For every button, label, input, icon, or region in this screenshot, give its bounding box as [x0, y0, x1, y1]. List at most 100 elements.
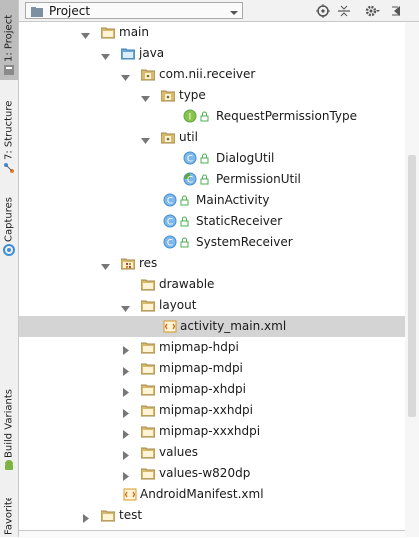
tab-structure[interactable]: 7: Structure — [0, 100, 18, 178]
project-icon — [3, 64, 15, 76]
scrollbar-thumb[interactable] — [408, 155, 416, 417]
tree-item-interface-requestpermissiontype[interactable]: I RequestPermissionType — [19, 106, 405, 127]
chevron-down-icon[interactable] — [101, 260, 110, 270]
hide-icon[interactable] — [390, 3, 406, 19]
project-view-selector[interactable]: Project — [25, 2, 243, 19]
folder-icon — [140, 299, 156, 312]
chevron-right-icon[interactable] — [121, 386, 130, 397]
tab-captures-label: Captures — [3, 197, 15, 242]
class-icon: C — [183, 151, 197, 165]
tree-item-label: AndroidManifest.xml — [140, 487, 264, 501]
tool-window-strip: 1: Project 7: Structure Captures Build V… — [0, 0, 19, 537]
tree-item-class-permissionutil[interactable]: C PermissionUtil — [19, 169, 405, 190]
tree-item-mipmap-xxxhdpi[interactable]: mipmap-xxxhdpi — [19, 421, 405, 442]
tree-item-mipmap-hdpi[interactable]: mipmap-hdpi — [19, 337, 405, 358]
chevron-down-icon[interactable] — [81, 29, 90, 39]
tree-item-label: res — [139, 256, 158, 270]
tree-item-package-com-nii-receiver[interactable]: com.nii.receiver — [19, 64, 405, 85]
tree-item-package-type[interactable]: type — [19, 85, 405, 106]
tree-item-label: values — [159, 445, 199, 459]
chevron-right-icon[interactable] — [121, 428, 130, 439]
android-icon — [3, 460, 15, 472]
tree-item-activity-main-xml[interactable]: activity_main.xml — [19, 316, 405, 337]
tree-item-class-systemreceiver[interactable]: C SystemReceiver — [19, 232, 405, 253]
chevron-down-icon[interactable] — [121, 71, 130, 81]
chevron-right-icon[interactable] — [121, 365, 130, 376]
tree-item-label: java — [139, 46, 165, 60]
resource-folder-icon — [120, 257, 136, 270]
lock-icon — [179, 216, 190, 227]
chevron-right-icon[interactable] — [121, 407, 130, 418]
tree-item-drawable[interactable]: drawable — [19, 274, 405, 295]
chevron-down-icon[interactable] — [141, 92, 150, 102]
collapse-icon[interactable] — [336, 3, 352, 19]
folder-icon — [100, 26, 116, 39]
source-folder-icon — [120, 47, 136, 60]
svg-text:I: I — [189, 113, 192, 123]
tree-item-mipmap-mdpi[interactable]: mipmap-mdpi — [19, 358, 405, 379]
tree-item-mipmap-xxhdpi[interactable]: mipmap-xxhdpi — [19, 400, 405, 421]
tree-item-label: values-w820dp — [159, 466, 251, 480]
tab-project[interactable]: 1: Project — [0, 0, 18, 80]
captures-icon — [3, 244, 15, 256]
vertical-scrollbar[interactable] — [405, 22, 419, 537]
folder-icon — [140, 425, 156, 438]
tree-item-label: mipmap-xxxhdpi — [159, 424, 261, 438]
folder-icon — [140, 467, 156, 480]
tree-item-class-staticreceiver[interactable]: C StaticReceiver — [19, 211, 405, 232]
tab-favorites-label: Favorites — [3, 498, 15, 535]
folder-icon — [140, 383, 156, 396]
svg-text:C: C — [187, 155, 193, 165]
lock-icon — [179, 237, 190, 248]
class-icon: C — [163, 235, 177, 249]
package-icon — [160, 131, 176, 144]
svg-text:C: C — [167, 239, 173, 249]
manifest-file-icon — [123, 488, 137, 501]
folder-icon — [100, 509, 116, 522]
project-view-label: Project — [49, 3, 91, 18]
chevron-right-icon[interactable] — [121, 344, 130, 355]
chevron-down-icon[interactable] — [121, 302, 130, 312]
tree-item-res[interactable]: res — [19, 253, 405, 274]
tree-item-label: mipmap-xxhdpi — [159, 403, 254, 417]
tree-item-label: layout — [159, 298, 197, 312]
xml-file-icon — [163, 320, 177, 333]
tree-item-values[interactable]: values — [19, 442, 405, 463]
tree-item-class-mainactivity[interactable]: C MainActivity — [19, 190, 405, 211]
chevron-right-icon[interactable] — [121, 449, 130, 460]
tab-build-variants-label: Build Variants — [3, 389, 15, 458]
tree-item-label: PermissionUtil — [216, 172, 301, 186]
chevron-down-icon[interactable] — [101, 50, 110, 60]
tree-item-test[interactable]: test — [19, 505, 405, 526]
tree-item-package-util[interactable]: util — [19, 127, 405, 148]
tree-item-label: util — [179, 130, 198, 144]
tree-item-main[interactable]: main — [19, 22, 405, 43]
folder-icon — [140, 341, 156, 354]
tree-item-label: StaticReceiver — [196, 214, 283, 228]
tab-favorites[interactable]: Favorites — [0, 498, 18, 537]
tab-structure-label: 7: Structure — [3, 100, 15, 160]
chevron-down-icon[interactable] — [141, 134, 150, 144]
structure-icon — [3, 162, 15, 174]
tree-item-class-dialogutil[interactable]: C DialogUtil — [19, 148, 405, 169]
tab-build-variants[interactable]: Build Variants — [0, 389, 18, 476]
tree-item-label: MainActivity — [196, 193, 270, 207]
svg-text:C: C — [167, 218, 173, 228]
tree-item-mipmap-xhdpi[interactable]: mipmap-xhdpi — [19, 379, 405, 400]
target-icon[interactable] — [315, 3, 331, 19]
folder-icon — [140, 278, 156, 291]
tree-item-values-w820dp[interactable]: values-w820dp — [19, 463, 405, 484]
tree-item-label: activity_main.xml — [180, 319, 287, 333]
tree-item-androidmanifest-xml[interactable]: AndroidManifest.xml — [19, 484, 405, 505]
chevron-right-icon[interactable] — [121, 470, 130, 481]
tree-item-layout[interactable]: layout — [19, 295, 405, 316]
gear-icon[interactable] — [364, 3, 380, 19]
class-icon: C — [183, 172, 197, 186]
chevron-right-icon[interactable] — [81, 512, 90, 523]
tree-item-java[interactable]: java — [19, 43, 405, 64]
lock-icon — [179, 195, 190, 206]
tree-item-label: mipmap-xhdpi — [159, 382, 246, 396]
folder-icon — [140, 446, 156, 459]
chevron-down-icon — [230, 6, 238, 15]
tab-captures[interactable]: Captures — [0, 196, 18, 260]
